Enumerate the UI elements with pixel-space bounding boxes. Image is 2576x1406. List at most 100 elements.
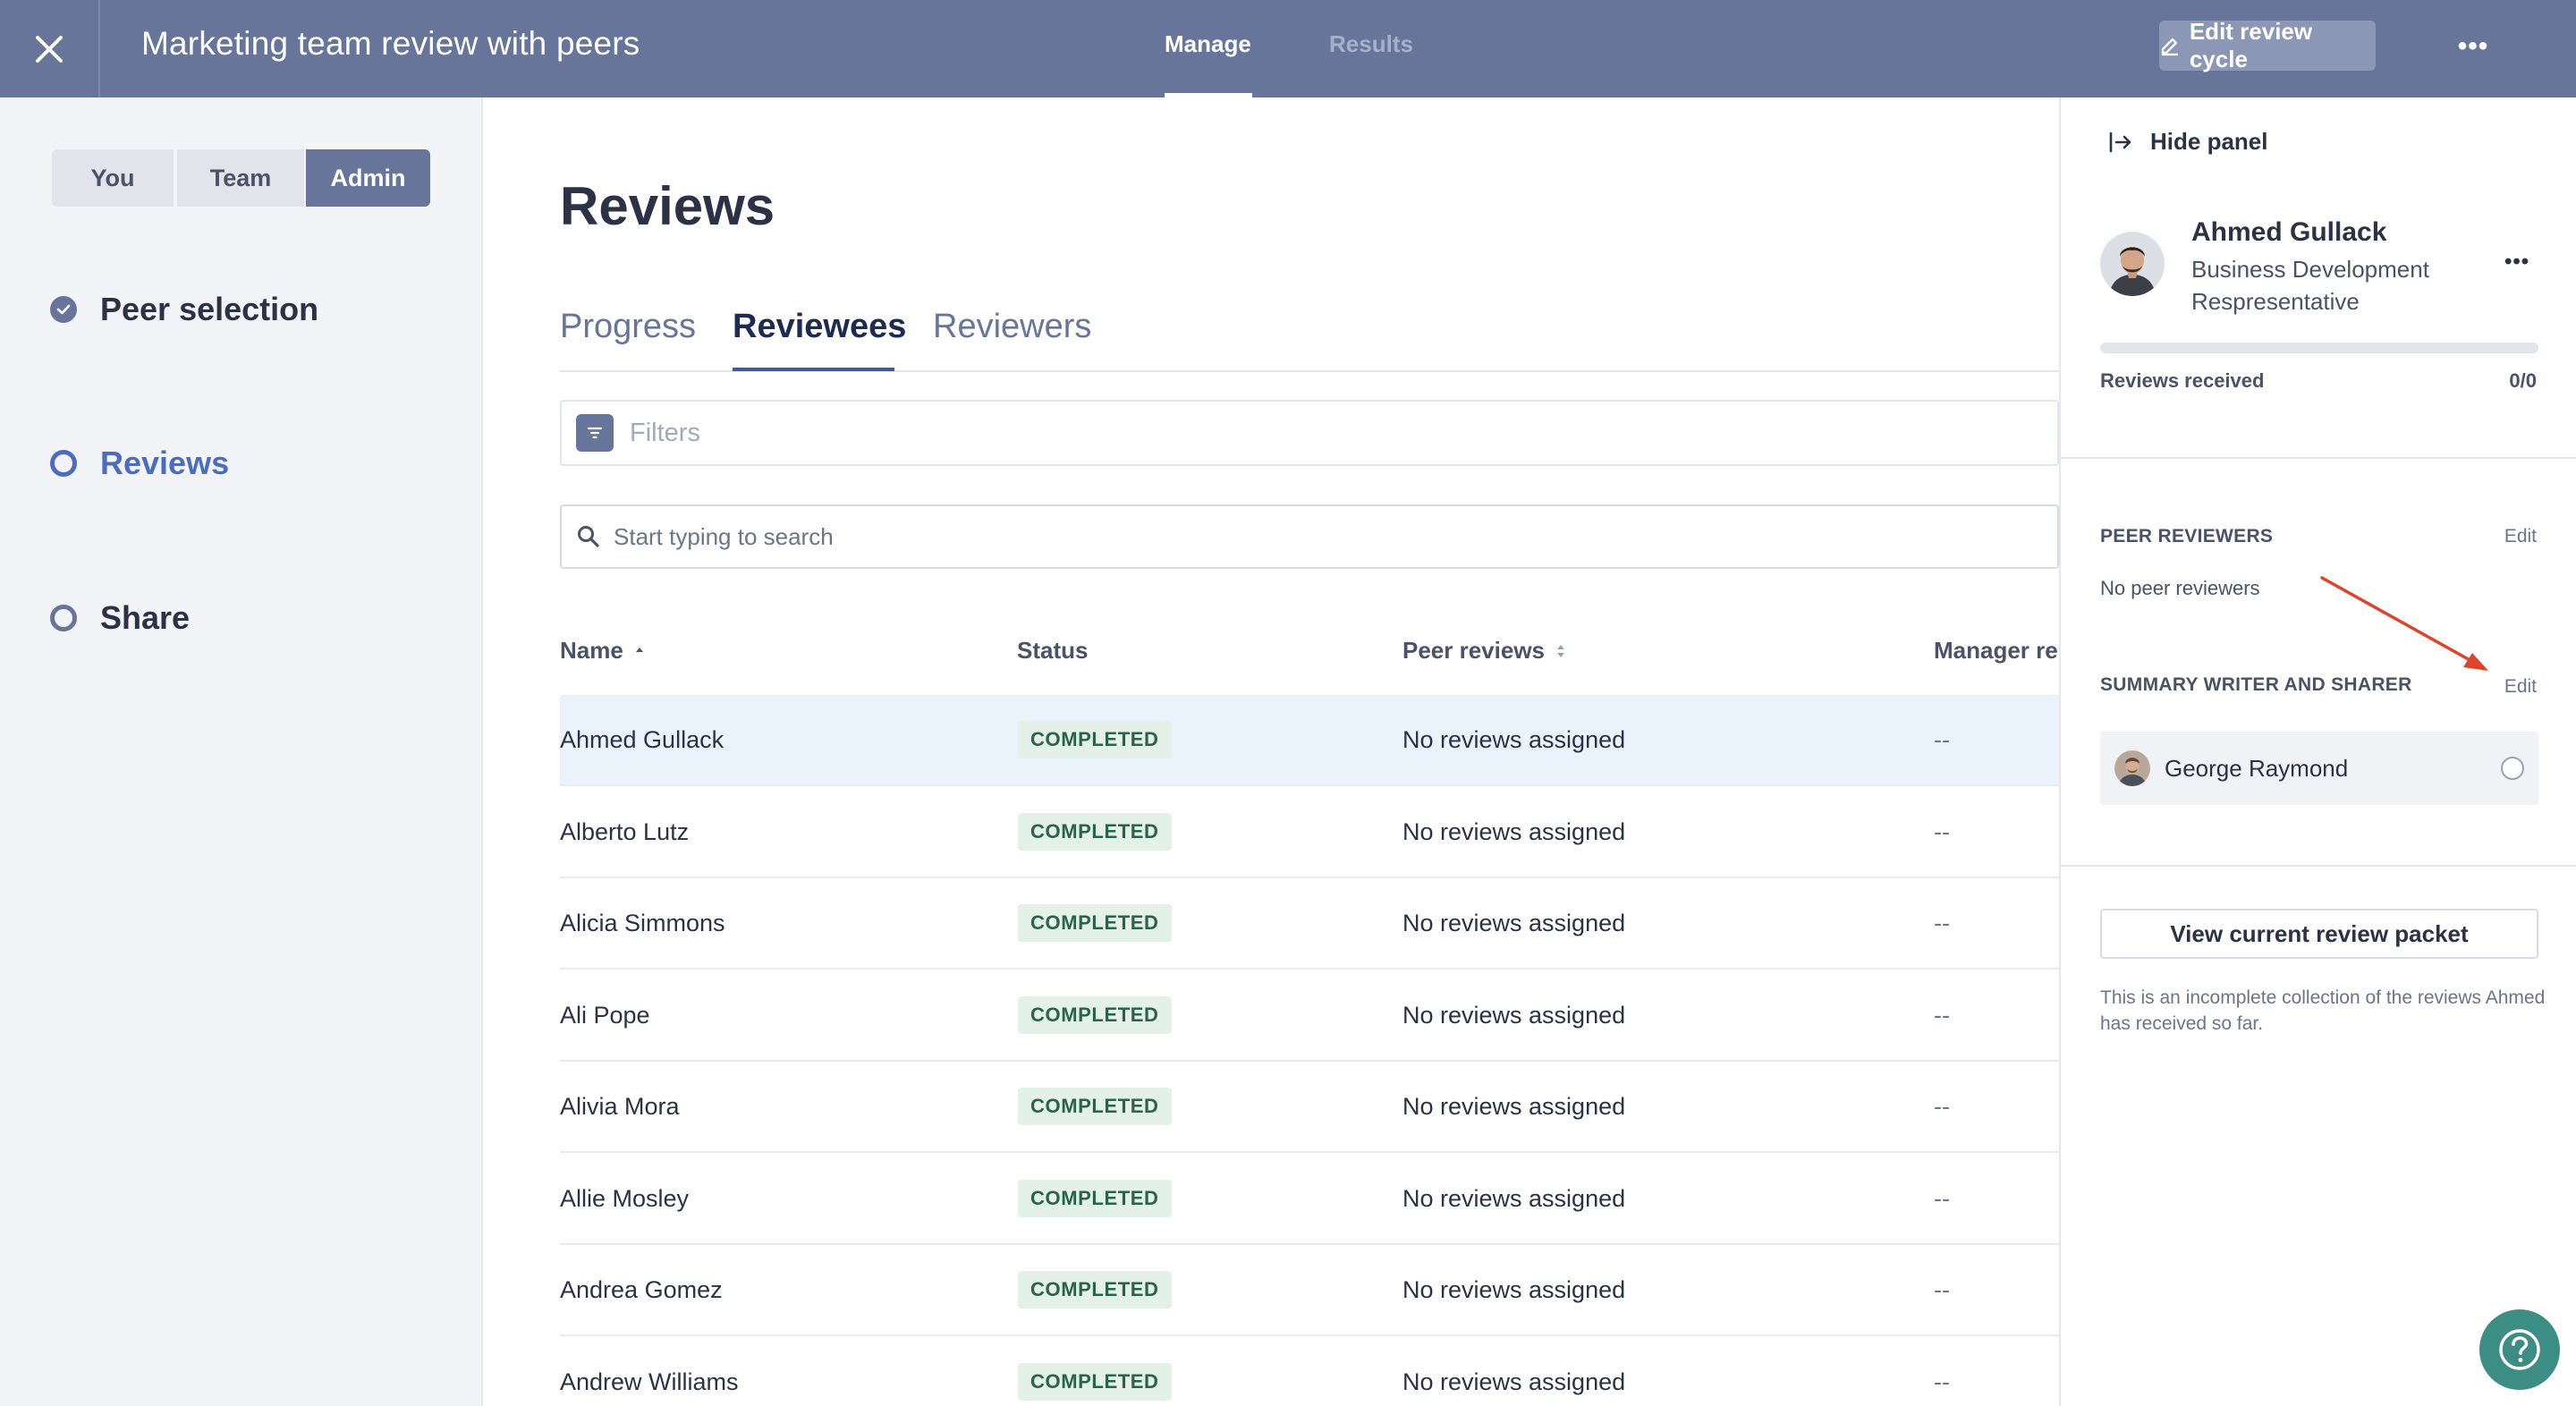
status-badge: COMPLETED [1018,1363,1172,1401]
manager-review-cell: -- [1934,817,1950,845]
pending-step-icon [50,605,77,631]
close-icon [36,35,63,63]
view-review-packet-button[interactable]: View current review packet [2100,909,2538,959]
status-cell: COMPLETED [1018,1062,1172,1151]
manager-review-cell: -- [1934,1368,1950,1395]
peer-reviews-cell: No reviews assigned [1402,725,1626,753]
search-input[interactable] [614,522,1955,551]
edit-review-cycle-button[interactable]: Edit review cycle [2159,18,2376,72]
tab-reviewers[interactable]: Reviewers [933,308,1091,346]
status-badge: COMPLETED [1018,721,1172,758]
table-row[interactable]: Ali Pope COMPLETED No reviews assigned -- [560,970,2059,1062]
table-row[interactable]: Alicia Simmons COMPLETED No reviews assign… [560,878,2059,970]
peer-reviews-cell: No reviews assigned [1402,1184,1626,1212]
reviewee-name: Alivia Mora [560,1092,680,1120]
column-header-peer-reviews[interactable]: Peer reviews [1402,637,1566,665]
search-icon [578,526,599,547]
reviews-received-value: 0/0 [2509,369,2537,392]
more-icon[interactable]: ••• [2451,27,2496,66]
top-bar: Marketing team review with peers Manage … [0,0,2576,97]
table-row[interactable]: Andrea Gomez COMPLETED No reviews assigned… [560,1245,2059,1336]
column-label: Peer reviews [1402,637,1546,664]
active-tab-indicator [1165,93,1252,97]
peer-reviews-cell: No reviews assigned [1402,1368,1626,1395]
review-packet-note: This is an incomplete collection of the … [2100,987,2546,1034]
manager-review-cell: -- [1934,1275,1950,1303]
active-subtab-indicator [733,368,894,371]
peer-reviewers-heading: PEER REVIEWERS [2100,526,2274,546]
reviewee-name: Ahmed Gullack [560,725,724,753]
tab-results[interactable]: Results [1329,30,1413,58]
table-row[interactable]: Alivia Mora COMPLETED No reviews assigned -… [560,1062,2059,1153]
tab-reviewees[interactable]: Reviewees [733,308,906,346]
table-row[interactable]: Ahmed Gullack COMPLETED No reviews assigne… [560,695,2059,786]
reviewee-name: Ali Pope [560,1001,650,1029]
status-badge: COMPLETED [1018,1271,1172,1309]
avatar [2114,750,2150,786]
status-cell: COMPLETED [1018,695,1172,784]
edit-review-cycle-label: Edit review cycle [2189,18,2313,72]
segment-admin[interactable]: Admin [306,149,430,207]
help-icon [2499,1329,2540,1370]
peer-reviews-cell: No reviews assigned [1402,1001,1626,1029]
edit-peer-reviewers-link[interactable]: Edit [2504,526,2537,547]
status-cell: COMPLETED [1018,1245,1172,1334]
edit-summary-writer-link[interactable]: Edit [2504,676,2537,698]
search-field [560,504,2059,569]
column-label: Status [1017,637,1089,664]
status-cell: COMPLETED [1018,787,1172,877]
table-row[interactable]: Allie Mosley COMPLETED No reviews assigned… [560,1154,2059,1245]
reviews-received-label: Reviews received [2100,369,2265,392]
filters-label: Filters [630,418,700,447]
table-row[interactable]: Andrew Williams COMPLETED No reviews assig… [560,1337,2059,1406]
more-icon[interactable]: ••• [2504,250,2529,275]
step-share[interactable]: Share [50,599,190,637]
column-header-manager: Manager re [1934,637,2059,665]
peer-reviews-cell: No reviews assigned [1402,1092,1626,1120]
column-header-status: Status [1017,637,1088,665]
no-peer-reviewers-text: No peer reviewers [2100,577,2260,599]
check-circle-icon [50,296,77,323]
step-label: Share [100,599,191,636]
step-peer-selection[interactable]: Peer selection [50,291,318,328]
status-badge: COMPLETED [1018,904,1172,942]
reviewee-name: Alberto Lutz [560,817,690,845]
filters-bar[interactable]: Filters [560,400,2059,466]
step-reviews[interactable]: Reviews [50,445,229,482]
tab-manage[interactable]: Manage [1165,30,1251,58]
status-badge: COMPLETED [1018,813,1172,851]
hide-panel-icon [2109,131,2131,152]
summary-writer-radio[interactable] [2501,757,2524,780]
hide-panel-button[interactable]: Hide panel [2107,128,2267,156]
manager-review-cell: -- [1934,725,1950,753]
status-badge: COMPLETED [1018,996,1172,1034]
manager-review-cell: -- [1934,1184,1950,1212]
sort-both-icon [1557,644,1565,657]
table-row[interactable]: Alberto Lutz COMPLETED No reviews assigned… [560,787,2059,878]
sort-up-icon [635,647,643,652]
summary-writer-card: George Raymond [2100,732,2538,805]
tab-progress[interactable]: Progress [560,308,696,346]
reviewee-name: Alicia Simmons [560,909,725,936]
status-cell: COMPLETED [1018,878,1172,968]
column-header-name[interactable]: Name [560,637,645,665]
summary-writer-name: George Raymond [2165,754,2349,782]
status-cell: COMPLETED [1018,1154,1172,1243]
details-panel: Hide panel Ahmed Gullack Business Develo… [2059,97,2576,1406]
status-badge: COMPLETED [1018,1088,1172,1125]
segment-you[interactable]: You [52,149,174,207]
manager-review-cell: -- [1934,1092,1950,1120]
hide-panel-label: Hide panel [2150,128,2268,155]
close-button[interactable] [0,0,100,97]
step-label: Reviews [100,445,230,481]
segment-team[interactable]: Team [177,149,304,207]
help-button[interactable] [2479,1309,2560,1390]
person-name: Ahmed Gullack [2191,217,2387,247]
reviewee-name: Andrew Williams [560,1368,739,1395]
column-label: Name [560,637,623,664]
peer-reviews-cell: No reviews assigned [1402,909,1626,936]
pencil-icon [2161,38,2178,56]
divider [2061,457,2576,459]
column-label: Manager re [1934,637,2058,664]
peer-reviews-cell: No reviews assigned [1402,817,1626,845]
